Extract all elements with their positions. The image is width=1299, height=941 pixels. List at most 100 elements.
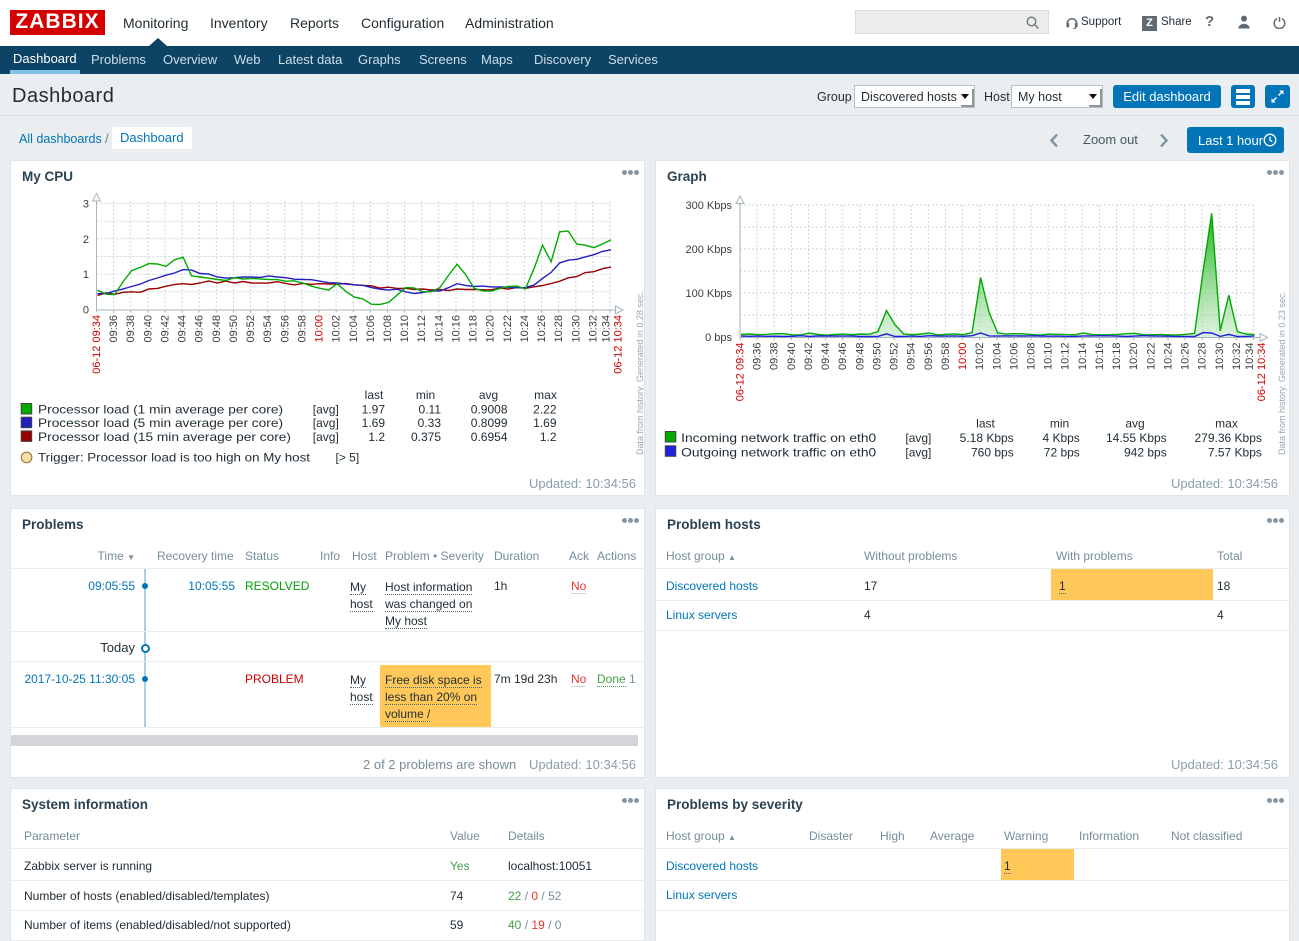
svg-text:max: max [534, 388, 557, 402]
svg-text:Data from history. Generated i: Data from history. Generated in 0.28 sec… [635, 291, 644, 455]
svg-text:10:26: 10:26 [536, 315, 548, 343]
svg-text:09:54: 09:54 [262, 315, 274, 343]
svg-text:10:22: 10:22 [1145, 343, 1157, 371]
svg-text:09:54: 09:54 [906, 343, 918, 371]
svg-text:1.2: 1.2 [368, 430, 385, 444]
svg-text:06-12 10:34: 06-12 10:34 [612, 315, 624, 374]
svg-text:09:38: 09:38 [125, 315, 137, 343]
svg-text:760 bps: 760 bps [971, 445, 1014, 459]
svg-text:10:20: 10:20 [1128, 343, 1140, 371]
svg-text:1.69: 1.69 [362, 416, 386, 430]
svg-text:10:04: 10:04 [348, 315, 360, 343]
svg-text:09:40: 09:40 [786, 343, 798, 371]
svg-text:max: max [1215, 417, 1238, 431]
svg-text:10:16: 10:16 [1094, 343, 1106, 371]
svg-text:10:02: 10:02 [974, 343, 986, 371]
svg-text:0.375: 0.375 [411, 430, 441, 444]
svg-text:09:52: 09:52 [245, 315, 257, 343]
svg-text:0.8099: 0.8099 [471, 416, 508, 430]
svg-text:10:04: 10:04 [991, 343, 1003, 371]
svg-text:09:44: 09:44 [820, 343, 832, 371]
svg-text:0.33: 0.33 [418, 416, 442, 430]
svg-text:10:20: 10:20 [485, 315, 497, 343]
svg-text:min: min [416, 388, 435, 402]
svg-text:72 bps: 72 bps [1044, 445, 1080, 459]
svg-text:09:56: 09:56 [279, 315, 291, 343]
svg-text:Outgoing network traffic on et: Outgoing network traffic on eth0 [681, 445, 876, 459]
svg-text:last: last [976, 417, 995, 431]
svg-text:[> 5]: [> 5] [336, 450, 360, 464]
svg-text:avg: avg [479, 388, 498, 402]
svg-text:10:16: 10:16 [451, 315, 463, 343]
svg-text:10:12: 10:12 [1060, 343, 1072, 371]
svg-text:[avg]: [avg] [313, 403, 339, 417]
svg-text:06-12 09:34: 06-12 09:34 [91, 315, 103, 374]
svg-text:09:38: 09:38 [769, 343, 781, 371]
svg-text:[avg]: [avg] [313, 430, 339, 444]
svg-text:[avg]: [avg] [313, 416, 339, 430]
svg-text:Processor load (5 min average: Processor load (5 min average per core) [38, 416, 283, 430]
svg-text:2.22: 2.22 [533, 403, 557, 417]
svg-text:279.36 Kbps: 279.36 Kbps [1195, 431, 1262, 445]
svg-text:5.18 Kbps: 5.18 Kbps [960, 431, 1014, 445]
svg-text:942 bps: 942 bps [1124, 445, 1167, 459]
svg-text:09:48: 09:48 [854, 343, 866, 371]
svg-text:06-12 10:34: 06-12 10:34 [1256, 343, 1268, 402]
svg-text:09:58: 09:58 [296, 315, 308, 343]
svg-text:10:06: 10:06 [365, 315, 377, 343]
svg-text:10:32: 10:32 [1231, 343, 1243, 371]
svg-text:Trigger: Processor load is too: Trigger: Processor load is too high on M… [38, 450, 311, 464]
svg-text:1.97: 1.97 [362, 403, 386, 417]
svg-text:09:44: 09:44 [177, 315, 189, 343]
svg-text:0 bps: 0 bps [705, 332, 732, 344]
svg-text:Incoming network traffic on et: Incoming network traffic on eth0 [681, 431, 876, 445]
svg-text:09:50: 09:50 [228, 315, 240, 343]
svg-text:1.2: 1.2 [540, 430, 557, 444]
svg-text:300 Kbps: 300 Kbps [686, 200, 733, 212]
svg-text:1.69: 1.69 [533, 416, 557, 430]
svg-text:10:28: 10:28 [553, 315, 565, 343]
svg-text:0.11: 0.11 [419, 403, 442, 417]
svg-text:7.57 Kbps: 7.57 Kbps [1208, 445, 1262, 459]
svg-text:min: min [1050, 417, 1069, 431]
svg-text:10:24: 10:24 [519, 315, 531, 343]
svg-text:09:50: 09:50 [871, 343, 883, 371]
svg-text:10:14: 10:14 [1077, 343, 1089, 371]
svg-text:09:56: 09:56 [923, 343, 935, 371]
svg-text:Data from history. Generated i: Data from history. Generated in 0.23 sec… [1277, 291, 1287, 455]
svg-text:10:30: 10:30 [570, 315, 582, 343]
svg-text:10:18: 10:18 [468, 315, 480, 343]
svg-text:09:42: 09:42 [803, 343, 815, 371]
svg-text:09:40: 09:40 [142, 315, 154, 343]
svg-text:avg: avg [1125, 417, 1144, 431]
svg-text:09:52: 09:52 [889, 343, 901, 371]
svg-text:10:00: 10:00 [957, 343, 969, 371]
svg-text:09:42: 09:42 [160, 315, 172, 343]
svg-text:10:34: 10:34 [601, 315, 613, 343]
svg-text:Processor load (15 min average: Processor load (15 min average per core) [38, 430, 291, 444]
svg-text:09:46: 09:46 [837, 343, 849, 371]
svg-text:09:58: 09:58 [940, 343, 952, 371]
svg-text:09:36: 09:36 [108, 315, 120, 343]
svg-text:10:08: 10:08 [1026, 343, 1038, 371]
svg-text:1: 1 [83, 269, 89, 281]
svg-text:0: 0 [83, 305, 89, 317]
svg-text:200 Kbps: 200 Kbps [686, 244, 733, 256]
svg-text:[avg]: [avg] [905, 445, 931, 459]
svg-text:10:08: 10:08 [382, 315, 394, 343]
svg-text:09:46: 09:46 [194, 315, 206, 343]
svg-text:10:24: 10:24 [1162, 343, 1174, 371]
svg-text:10:10: 10:10 [1043, 343, 1055, 371]
svg-text:4 Kbps: 4 Kbps [1042, 431, 1079, 445]
svg-text:10:02: 10:02 [331, 315, 343, 343]
svg-text:10:26: 10:26 [1180, 343, 1192, 371]
svg-text:10:18: 10:18 [1111, 343, 1123, 371]
svg-text:10:14: 10:14 [433, 315, 445, 343]
svg-text:10:00: 10:00 [314, 315, 326, 343]
svg-text:09:48: 09:48 [211, 315, 223, 343]
svg-text:10:06: 10:06 [1008, 343, 1020, 371]
svg-text:10:22: 10:22 [502, 315, 514, 343]
svg-text:10:30: 10:30 [1214, 343, 1226, 371]
svg-text:2: 2 [83, 234, 89, 246]
svg-text:0.9008: 0.9008 [471, 403, 508, 417]
